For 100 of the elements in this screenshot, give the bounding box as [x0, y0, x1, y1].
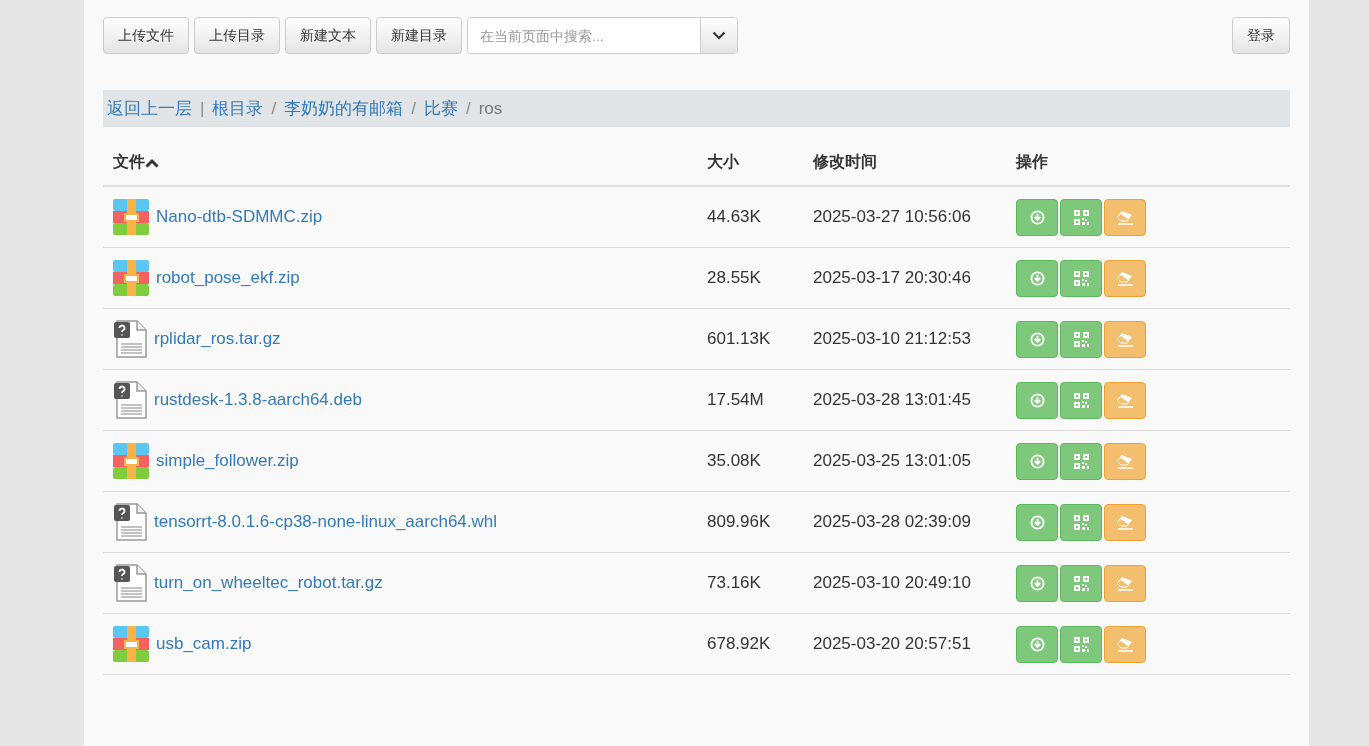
breadcrumb-separator: / — [271, 98, 277, 119]
file-size: 73.16K — [707, 573, 761, 592]
file-size: 17.54M — [707, 390, 764, 409]
eraser-icon — [1116, 453, 1134, 469]
eraser-icon — [1116, 575, 1134, 591]
column-header: 操作 — [1016, 153, 1048, 170]
file-size: 678.92K — [707, 634, 771, 653]
qr-code-button[interactable] — [1060, 198, 1102, 236]
login-button[interactable]: 登录 — [1232, 17, 1290, 54]
eraser-icon — [1116, 270, 1134, 286]
file-link[interactable]: turn_on_wheeltec_robot.tar.gz — [154, 573, 383, 593]
delete-button[interactable] — [1104, 564, 1146, 602]
chevron-down-icon — [711, 31, 726, 40]
file-size: 35.08K — [707, 451, 761, 470]
sort-up-icon — [145, 157, 159, 168]
download-icon — [1029, 331, 1045, 347]
file-link[interactable]: rustdesk-1.3.8-aarch64.deb — [154, 390, 362, 410]
delete-button[interactable] — [1104, 442, 1146, 480]
qr-code-button[interactable] — [1060, 259, 1102, 297]
download-button[interactable] — [1016, 381, 1058, 419]
file-link[interactable]: robot_pose_ekf.zip — [156, 268, 300, 288]
toolbar-button[interactable]: 上传文件 — [103, 17, 189, 54]
toolbar-button[interactable]: 新建文本 — [285, 17, 371, 54]
unknown-file-icon — [113, 320, 147, 358]
dropdown-button[interactable] — [699, 18, 737, 53]
search-field[interactable]: 在当前页面中搜索... — [467, 17, 738, 54]
eraser-icon — [1116, 514, 1134, 530]
eraser-icon — [1116, 331, 1134, 347]
file-link[interactable]: Nano-dtb-SDMMC.zip — [156, 207, 323, 227]
download-icon — [1029, 514, 1045, 530]
file-link[interactable]: usb_cam.zip — [156, 634, 252, 654]
archive-file-icon — [113, 443, 149, 479]
breadcrumb-link[interactable]: 返回上一层 — [107, 97, 192, 120]
delete-button[interactable] — [1104, 320, 1146, 358]
delete-button[interactable] — [1104, 503, 1146, 541]
breadcrumb-separator: / — [465, 98, 471, 119]
file-link[interactable]: simple_follower.zip — [156, 451, 299, 471]
download-icon — [1029, 575, 1045, 591]
download-icon — [1029, 392, 1045, 408]
download-icon — [1029, 453, 1045, 469]
column-header[interactable]: 文件 — [113, 152, 145, 173]
qr-code-icon — [1073, 209, 1089, 225]
column-header: 大小 — [707, 153, 739, 170]
file-link[interactable]: tensorrt-8.0.1.6-cp38-none-linux_aarch64.whl — [154, 512, 498, 532]
toolbar-button[interactable]: 新建目录 — [376, 17, 462, 54]
unknown-file-icon — [113, 503, 147, 541]
download-button[interactable] — [1016, 259, 1058, 297]
breadcrumb-current: ros — [478, 98, 503, 119]
file-size: 601.13K — [707, 329, 771, 348]
toolbar-button[interactable]: 上传目录 — [194, 17, 280, 54]
download-button[interactable] — [1016, 503, 1058, 541]
modified-time: 2025-03-20 20:57:51 — [813, 634, 971, 653]
modified-time: 2025-03-27 10:56:06 — [813, 207, 971, 226]
download-icon — [1029, 209, 1045, 225]
file-link[interactable]: rplidar_ros.tar.gz — [154, 329, 281, 349]
download-button[interactable] — [1016, 564, 1058, 602]
qr-code-button[interactable] — [1060, 381, 1102, 419]
eraser-icon — [1116, 392, 1134, 408]
download-button[interactable] — [1016, 320, 1058, 358]
qr-code-button[interactable] — [1060, 625, 1102, 663]
qr-code-button[interactable] — [1060, 442, 1102, 480]
qr-code-icon — [1073, 331, 1089, 347]
qr-code-icon — [1073, 270, 1089, 286]
modified-time: 2025-03-17 20:30:46 — [813, 268, 971, 287]
breadcrumb-link[interactable]: 李奶奶的有邮箱 — [284, 97, 404, 120]
delete-button[interactable] — [1104, 381, 1146, 419]
modified-time: 2025-03-10 20:49:10 — [813, 573, 971, 592]
column-header: 修改时间 — [813, 153, 877, 170]
delete-button[interactable] — [1104, 198, 1146, 236]
eraser-icon — [1116, 636, 1134, 652]
breadcrumb-separator: / — [411, 98, 416, 119]
archive-file-icon — [113, 260, 149, 296]
download-button[interactable] — [1016, 198, 1058, 236]
eraser-icon — [1116, 209, 1134, 225]
modified-time: 2025-03-28 02:39:09 — [813, 512, 971, 531]
breadcrumb-link[interactable]: 根目录 — [212, 97, 264, 120]
download-button[interactable] — [1016, 442, 1058, 480]
download-icon — [1029, 636, 1045, 652]
file-size: 809.96K — [707, 512, 771, 531]
qr-code-icon — [1073, 514, 1089, 530]
modified-time: 2025-03-10 21:12:53 — [813, 329, 971, 348]
qr-code-icon — [1073, 636, 1089, 652]
modified-time: 2025-03-25 13:01:05 — [813, 451, 971, 470]
file-size: 28.55K — [707, 268, 761, 287]
qr-code-icon — [1073, 453, 1089, 469]
breadcrumb-separator: | — [200, 98, 205, 119]
unknown-file-icon — [113, 381, 147, 419]
delete-button[interactable] — [1104, 259, 1146, 297]
archive-file-icon — [113, 626, 149, 662]
unknown-file-icon — [113, 564, 147, 602]
file-size: 44.63K — [707, 207, 761, 226]
download-button[interactable] — [1016, 625, 1058, 663]
breadcrumb-link[interactable]: 比赛 — [423, 97, 458, 120]
qr-code-button[interactable] — [1060, 320, 1102, 358]
modified-time: 2025-03-28 13:01:45 — [813, 390, 971, 409]
qr-code-button[interactable] — [1060, 503, 1102, 541]
qr-code-icon — [1073, 575, 1089, 591]
delete-button[interactable] — [1104, 625, 1146, 663]
qr-code-button[interactable] — [1060, 564, 1102, 602]
qr-code-icon — [1073, 392, 1089, 408]
